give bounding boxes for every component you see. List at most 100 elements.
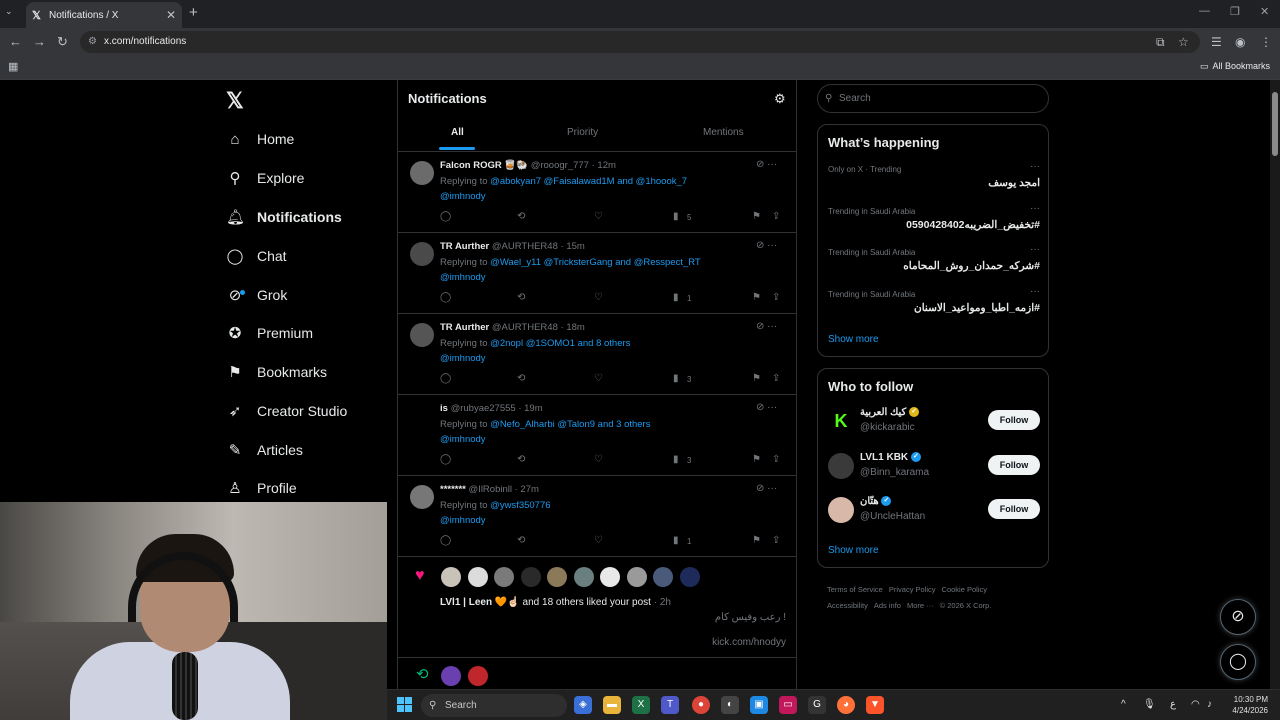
bookmark-icon[interactable]: ⚑ (752, 454, 761, 465)
page-scrollbar[interactable] (1270, 80, 1280, 690)
restore-icon[interactable]: ❐ (1230, 5, 1240, 18)
mentioned-users[interactable]: @abokyan7 @Faisalawad1M and @1hoook_7 (490, 176, 687, 187)
nav-creator-studio[interactable]: ➶ Creator Studio (226, 396, 348, 426)
liker-avatar[interactable] (494, 567, 514, 587)
nav-explore[interactable]: ⚲ Explore (226, 163, 305, 193)
share-icon[interactable]: ⇪ (772, 211, 780, 222)
author-name[interactable]: ******* (440, 484, 466, 495)
account-name[interactable]: هتّان (860, 496, 879, 507)
author-handle[interactable]: @IlRobinll (469, 484, 512, 495)
views-icon[interactable]: ▮ (673, 454, 679, 465)
app-icon[interactable]: ◐ (721, 696, 739, 714)
avatar[interactable] (410, 485, 434, 509)
reply-notification[interactable]: ******* @IlRobinll · 27m Replying to @yws… (398, 476, 796, 557)
reply-notification[interactable]: TR Aurther @AURTHER48 · 15m Replying to @… (398, 233, 796, 314)
avatar[interactable]: K (828, 408, 854, 434)
footer-link[interactable]: Cookie Policy (942, 585, 987, 594)
teams-app-icon[interactable]: T (661, 696, 679, 714)
grok-icon[interactable]: ⊘ (756, 402, 767, 413)
keyboard-language[interactable]: ع (1170, 699, 1176, 710)
reply-icon[interactable]: ◯ (440, 373, 451, 384)
footer-link[interactable]: More ··· (907, 601, 934, 610)
address-bar[interactable]: ⚙ x.com/notifications (80, 31, 1200, 53)
liker-avatar[interactable] (520, 567, 541, 587)
grok-icon[interactable]: ⊘ (756, 240, 767, 251)
bookmark-icon[interactable]: ⚑ (752, 373, 761, 384)
app-icon[interactable]: ▣ (750, 696, 768, 714)
back-icon[interactable]: ← (9, 34, 22, 49)
mentioned-users[interactable]: @ywsf350776 (490, 500, 550, 511)
liker-avatar[interactable] (653, 567, 673, 587)
profile-avatar-icon[interactable]: ◉ (1235, 35, 1245, 49)
mentioned-user[interactable]: @imhnody (440, 191, 486, 202)
tab-priority[interactable]: Priority (567, 127, 598, 138)
nav-bookmarks[interactable]: ⚑ Bookmarks (226, 357, 327, 387)
volume-icon[interactable]: ♪ (1207, 699, 1212, 710)
repost-icon[interactable]: ⟲ (517, 535, 525, 546)
more-icon[interactable]: ··· (1030, 161, 1040, 172)
trend-item[interactable]: Trending in Saudi Arabia ··· #شركه_حمدان_ر… (828, 244, 1040, 286)
more-icon[interactable]: ··· (767, 240, 777, 251)
tab-mentions[interactable]: Mentions (703, 127, 744, 138)
footer-link[interactable]: Terms of Service (827, 585, 883, 594)
like-icon[interactable]: ♡ (594, 373, 603, 384)
apps-grid-icon[interactable]: ▦ (8, 60, 18, 73)
like-notification[interactable]: ♥ LVl1 | Leen 🧡☝🏻 and 18 others liked yo… (398, 561, 796, 658)
reply-notification[interactable]: is @rubyae27555 · 19m Replying to @Nefo_A… (398, 395, 796, 476)
footer-link[interactable]: Privacy Policy (889, 585, 936, 594)
avatar[interactable] (410, 161, 434, 185)
avatar[interactable] (828, 452, 854, 479)
reload-icon[interactable]: ↻ (57, 34, 68, 50)
liker-avatar[interactable] (547, 567, 567, 587)
windows-start-icon[interactable] (397, 697, 412, 712)
trend-item[interactable]: Only on X · Trending ··· امجد يوسف (828, 161, 1040, 203)
more-icon[interactable]: ··· (767, 402, 777, 413)
reply-icon[interactable]: ◯ (440, 535, 451, 546)
copilot-app-icon[interactable]: ◈ (574, 696, 592, 714)
more-icon[interactable]: ··· (1030, 286, 1040, 297)
follow-suggestion[interactable]: K كيك العربية ✓ @kickarabic Follow (828, 405, 1040, 439)
close-tab-icon[interactable]: ✕ (166, 8, 176, 22)
reading-list-icon[interactable]: ☰ (1211, 35, 1222, 49)
browser-menu-icon[interactable]: ⋮ (1260, 35, 1272, 49)
views-icon[interactable]: ▮ (673, 211, 679, 222)
wifi-icon[interactable]: ◠ (1191, 699, 1200, 710)
bookmark-star-icon[interactable]: ☆ (1178, 35, 1189, 49)
show-more-link[interactable]: Show more (828, 545, 879, 556)
system-clock[interactable]: 10:30 PM 4/24/2026 (1232, 694, 1268, 716)
browser-tab[interactable]: 𝕏 Notifications / X ✕ (26, 2, 182, 28)
excel-app-icon[interactable]: X (632, 696, 650, 714)
bookmark-icon[interactable]: ⚑ (752, 211, 761, 222)
file-explorer-icon[interactable]: ▬ (603, 696, 621, 714)
search-input[interactable]: ⚲ Search (817, 84, 1049, 113)
like-icon[interactable]: ♡ (594, 454, 603, 465)
author-name[interactable]: TR Aurther (440, 322, 489, 333)
mentioned-user[interactable]: @imhnody (440, 515, 486, 526)
tray-overflow-icon[interactable]: ^ (1121, 699, 1126, 710)
author-name[interactable]: is (440, 403, 448, 414)
share-icon[interactable]: ⇪ (772, 373, 780, 384)
microphone-icon[interactable]: 🎙︎ (1143, 699, 1156, 710)
grok-icon[interactable]: ⊘ (756, 483, 767, 494)
taskbar-search-input[interactable]: ⚲ Search (421, 694, 567, 717)
x-logo-icon[interactable]: 𝕏 (226, 88, 244, 114)
app-icon[interactable]: G (808, 696, 826, 714)
author-handle[interactable]: @rubyae27555 (451, 403, 516, 414)
views-icon[interactable]: ▮ (673, 535, 679, 546)
author-handle[interactable]: @AURTHER48 (492, 241, 558, 252)
mentioned-user[interactable]: @imhnody (440, 353, 486, 364)
grok-float-button[interactable]: ⊘ (1220, 599, 1256, 635)
grok-icon[interactable]: ⊘ (756, 321, 767, 332)
author-handle[interactable]: @AURTHER48 (492, 322, 558, 333)
more-icon[interactable]: ··· (767, 483, 777, 494)
nav-profile[interactable]: ♙ Profile (226, 473, 296, 503)
follow-button[interactable]: Follow (988, 499, 1040, 519)
follow-suggestion[interactable]: LVL1 KBK ✓ @Binn_karama Follow (828, 450, 1040, 484)
new-tab-icon[interactable]: + (189, 4, 198, 21)
footer-link[interactable]: © 2026 X Corp. (940, 601, 992, 610)
nav-premium[interactable]: ✪ Premium (226, 318, 313, 348)
tab-all[interactable]: All (451, 127, 464, 138)
mentioned-users[interactable]: @2nopl @1SOMO1 and 8 others (490, 338, 630, 349)
forward-icon[interactable]: → (33, 34, 46, 49)
repost-icon[interactable]: ⟲ (517, 454, 525, 465)
